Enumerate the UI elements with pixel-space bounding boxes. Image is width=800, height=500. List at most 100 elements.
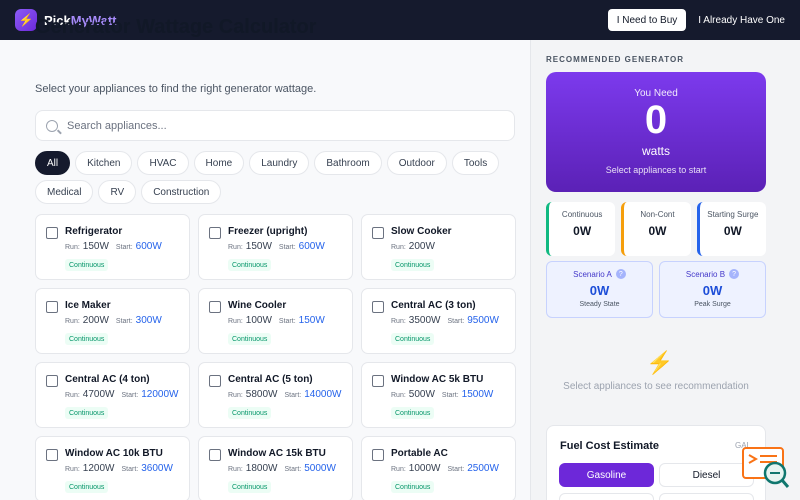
appliance-checkbox[interactable] <box>46 449 58 461</box>
appliance-card[interactable]: Ice Maker Run: 200W Start: 300W Continuous <box>35 288 190 354</box>
appliance-checkbox[interactable] <box>209 301 221 313</box>
panel-label: RECOMMENDED GENERATOR <box>546 55 685 64</box>
fuel-option[interactable] <box>559 493 654 500</box>
category-chip-tools[interactable]: Tools <box>451 151 500 175</box>
continuous-tag: Continuous <box>228 259 272 271</box>
appliance-checkbox[interactable] <box>46 301 58 313</box>
stat-continuous: Continuous 0W <box>546 202 616 256</box>
bolt-icon: ⚡ <box>646 350 674 375</box>
stat-non-cont: Non-Cont 0W <box>621 202 691 256</box>
appliance-watts: Run: 200W <box>391 241 435 252</box>
continuous-tag: Continuous <box>391 333 435 345</box>
continuous-tag: Continuous <box>228 333 272 345</box>
appliance-watts: Run: 500W Start: 1500W <box>391 389 494 400</box>
appliance-checkbox[interactable] <box>372 449 384 461</box>
scenario-b-card: Scenario B? 0W Peak Surge <box>659 261 766 318</box>
appliance-card[interactable]: Wine Cooler Run: 100W Start: 150W Continuous <box>198 288 353 354</box>
appliance-watts: Run: 5800W Start: 14000W <box>228 389 342 400</box>
category-chip-kitchen[interactable]: Kitchen <box>75 151 133 175</box>
appliance-watts: Run: 1200W Start: 3600W <box>65 463 173 474</box>
appliance-name: Central AC (3 ton) <box>391 300 476 311</box>
appliance-name: Wine Cooler <box>228 300 287 311</box>
support-chat-icon[interactable] <box>742 446 790 490</box>
appliance-checkbox[interactable] <box>209 449 221 461</box>
category-chip-outdoor[interactable]: Outdoor <box>386 151 447 175</box>
category-chip-rv[interactable]: RV <box>98 180 137 204</box>
appliance-watts: Run: 200W Start: 300W <box>65 315 162 326</box>
total-watts: 0 <box>644 98 668 142</box>
diesel-button[interactable]: Diesel <box>659 463 754 487</box>
category-chip-medical[interactable]: Medical <box>35 180 94 204</box>
appliance-name: Refrigerator <box>65 226 123 237</box>
category-chip-all[interactable]: All <box>35 151 71 175</box>
appliance-card[interactable]: Central AC (4 ton) Run: 4700W Start: 12000W C… <box>35 362 190 428</box>
appliance-watts: Run: 4700W Start: 12000W <box>65 389 179 400</box>
appliance-watts: Run: 150W Start: 600W <box>65 241 162 252</box>
continuous-tag: Continuous <box>228 407 272 419</box>
search-bar[interactable] <box>35 110 515 141</box>
continuous-tag: Continuous <box>65 333 109 345</box>
appliance-card[interactable]: Window AC 15k BTU Run: 1800W Start: 5000W Con… <box>198 436 353 500</box>
fuel-option[interactable] <box>659 493 754 500</box>
continuous-tag: Continuous <box>65 481 109 493</box>
appliance-checkbox[interactable] <box>372 301 384 313</box>
continuous-tag: Continuous <box>391 259 435 271</box>
appliance-grid: Refrigerator Run: 150W Start: 600W Continuous… <box>35 214 516 500</box>
stats-row: Continuous 0W Non-Cont 0W Starting Surge 0W <box>546 202 766 256</box>
continuous-tag: Continuous <box>391 481 435 493</box>
wattage-hero-card: You Need 0 watts Select appliances to st… <box>546 72 766 192</box>
appliance-card[interactable]: Central AC (3 ton) Run: 3500W Start: 9500W Co… <box>361 288 516 354</box>
fuel-title: Fuel Cost Estimate <box>560 440 660 452</box>
appliance-watts: Run: 100W Start: 150W <box>228 315 325 326</box>
appliance-name: Central AC (5 ton) <box>228 374 313 385</box>
scenario-a-card: Scenario A? 0W Steady State <box>546 261 653 318</box>
appliance-checkbox[interactable] <box>209 375 221 387</box>
appliance-watts: Run: 150W Start: 600W <box>228 241 325 252</box>
gasoline-button[interactable]: Gasoline <box>559 463 654 487</box>
category-filters: All Kitchen HVAC Home Laundry Bathroom O… <box>35 151 515 204</box>
appliance-name: Freezer (upright) <box>228 226 308 237</box>
appliance-card[interactable]: Portable AC Run: 1000W Start: 2500W Continuou… <box>361 436 516 500</box>
category-chip-bathroom[interactable]: Bathroom <box>314 151 382 175</box>
search-input[interactable] <box>67 119 487 132</box>
appliance-card[interactable]: Central AC (5 ton) Run: 5800W Start: 14000W C… <box>198 362 353 428</box>
appliance-watts: Run: 1800W Start: 5000W <box>228 463 336 474</box>
appliance-checkbox[interactable] <box>372 227 384 239</box>
continuous-tag: Continuous <box>65 259 109 271</box>
recommendation-panel: RECOMMENDED GENERATOR You Need 0 watts S… <box>530 40 800 500</box>
appliance-name: Central AC (4 ton) <box>65 374 150 385</box>
empty-state-message: Select appliances to see recommendation <box>563 381 749 392</box>
appliance-card[interactable]: Window AC 10k BTU Run: 1200W Start: 3600W Con… <box>35 436 190 500</box>
category-chip-construction[interactable]: Construction <box>141 180 222 204</box>
appliance-checkbox[interactable] <box>372 375 384 387</box>
help-icon[interactable]: ? <box>729 269 740 279</box>
hero-hint: Select appliances to start <box>605 165 707 175</box>
bolt-icon[interactable]: ⚡ <box>15 9 37 31</box>
appliance-name: Window AC 5k BTU <box>391 374 484 385</box>
appliance-checkbox[interactable] <box>46 375 58 387</box>
stat-starting-surge: Starting Surge 0W <box>696 202 766 256</box>
help-icon[interactable]: ? <box>615 269 626 279</box>
appliance-name: Window AC 15k BTU <box>228 448 326 459</box>
appliance-name: Ice Maker <box>65 300 111 311</box>
continuous-tag: Continuous <box>391 407 435 419</box>
appliance-card[interactable]: Refrigerator Run: 150W Start: 600W Continuous <box>35 214 190 280</box>
appliance-card[interactable]: Window AC 5k BTU Run: 500W Start: 1500W Conti… <box>361 362 516 428</box>
continuous-tag: Continuous <box>65 407 109 419</box>
appliance-checkbox[interactable] <box>209 227 221 239</box>
watts-unit: watts <box>641 144 670 158</box>
page-subtitle: Select your appliances to find the right… <box>35 83 317 95</box>
need-to-buy-button[interactable]: I Need to Buy <box>607 9 687 31</box>
fuel-cost-card: Fuel Cost Estimate GAL Gasoline Diesel <box>546 425 766 500</box>
appliance-name: Portable AC <box>391 448 448 459</box>
appliance-card[interactable]: Slow Cooker Run: 200W Continuous <box>361 214 516 280</box>
appliance-card[interactable]: Freezer (upright) Run: 150W Start: 600W Conti… <box>198 214 353 280</box>
appliance-name: Window AC 10k BTU <box>65 448 163 459</box>
category-chip-hvac[interactable]: HVAC <box>137 151 189 175</box>
appliance-name: Slow Cooker <box>391 226 452 237</box>
category-chip-laundry[interactable]: Laundry <box>249 151 310 175</box>
continuous-tag: Continuous <box>228 481 272 493</box>
appliance-checkbox[interactable] <box>46 227 58 239</box>
already-have-button[interactable]: I Already Have One <box>698 15 785 26</box>
category-chip-home[interactable]: Home <box>193 151 245 175</box>
